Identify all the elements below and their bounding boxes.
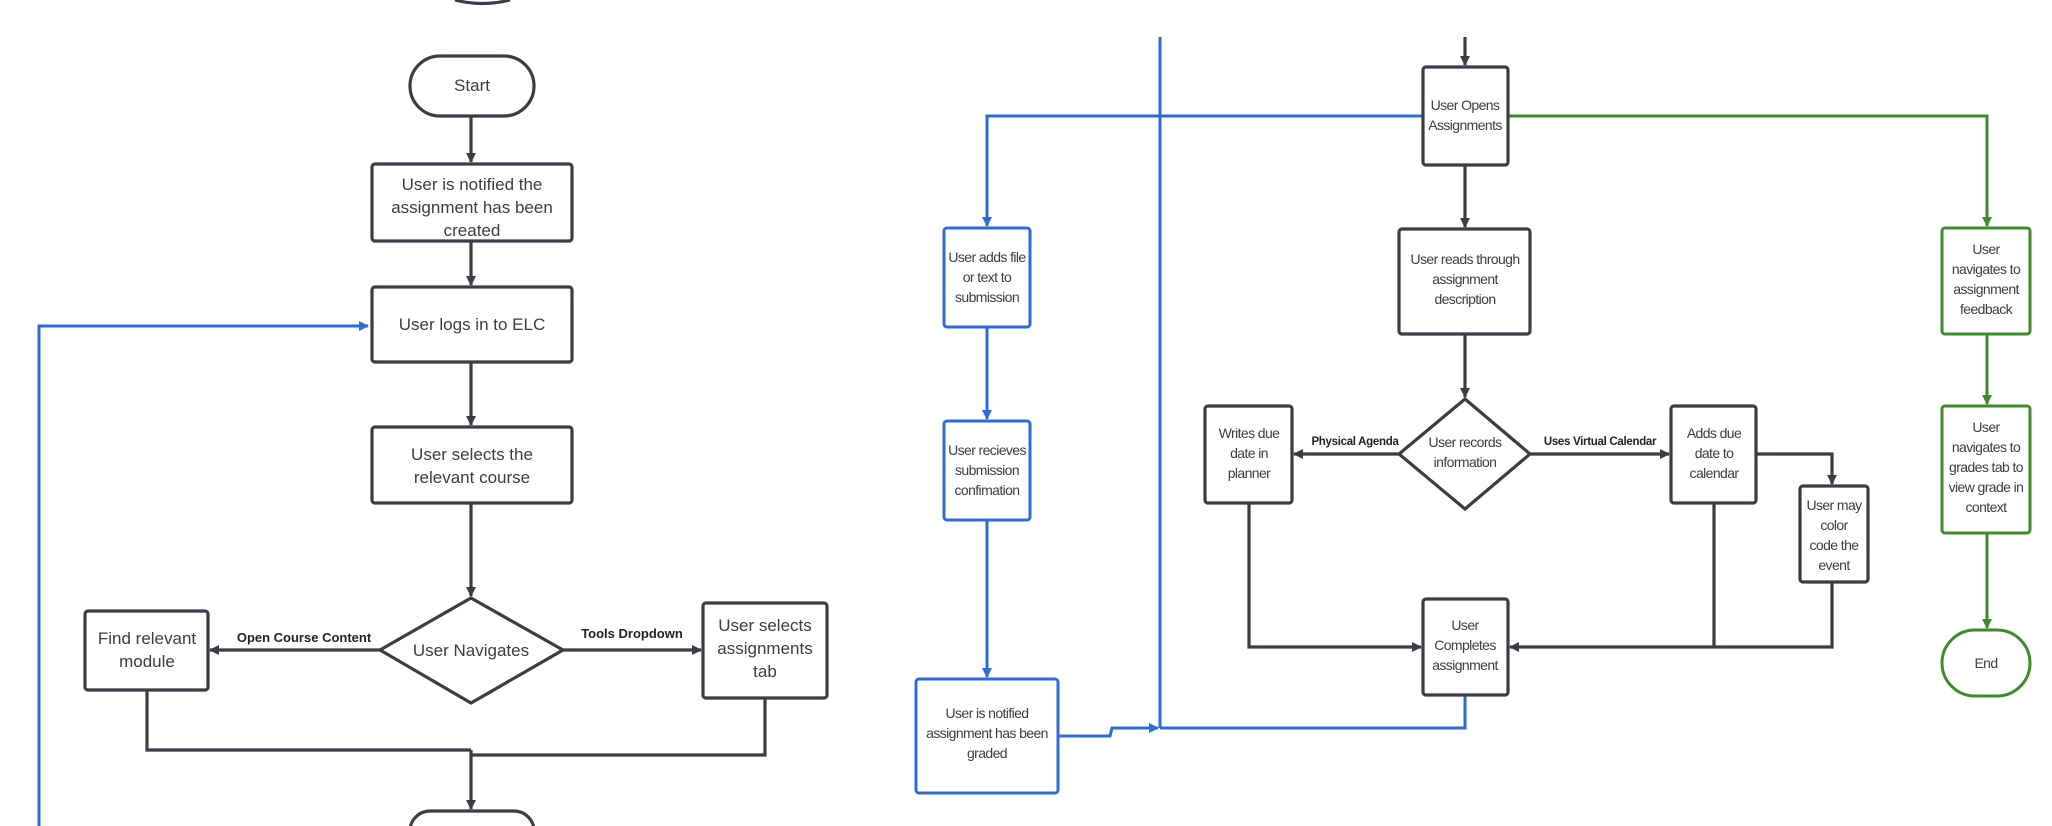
node-adds-calendar: Adds due date to calendar xyxy=(1669,404,1758,505)
node-opens-assignments: User Opens Assignments xyxy=(1421,65,1510,167)
node-end: End xyxy=(1940,628,2032,698)
arrow-to-color-code xyxy=(1756,452,1837,485)
node-adds-file: User adds file or text to submission xyxy=(942,226,1032,329)
node-logs-in: User logs in to ELC xyxy=(370,285,574,364)
arrow-graded-to-return xyxy=(1058,723,1159,738)
node-find-module: Find relevant module xyxy=(83,609,210,692)
decision-records-info: User records information xyxy=(1396,396,1533,512)
node-writes-planner: Writes due date in planner xyxy=(1203,404,1294,505)
arrow-to-feedback xyxy=(1508,114,1992,227)
svg-text:User recievessubmissionconfima: User recieves submission confimation xyxy=(948,442,1026,498)
cropped-shape-top xyxy=(454,0,511,6)
label-tools-dropdown: Tools Dropdown xyxy=(581,626,683,641)
svg-text:End: End xyxy=(1974,655,1997,671)
node-notified-created: User is notified the assignment has been c… xyxy=(370,162,574,243)
line-module-merge xyxy=(145,690,471,752)
arrow-to-adds-file xyxy=(982,114,1423,227)
svg-text:User Navigates: User Navigates xyxy=(413,641,529,660)
node-grades-tab: User navigates to grades tab to view grade … xyxy=(1940,404,2032,535)
node-receives-confirmation: User recieves submission confimation xyxy=(942,419,1032,522)
svg-text:Start: Start xyxy=(454,76,490,95)
flowchart-canvas: Start User is notified the assignment has… xyxy=(37,0,2032,826)
arrow-planner-to-completes xyxy=(1247,503,1422,652)
node-feedback: User navigates to assignment feedback xyxy=(1940,226,2032,336)
svg-text:User logs in to ELC: User logs in to ELC xyxy=(399,315,545,334)
label-open-course-content: Open Course Content xyxy=(237,630,372,645)
node-reads-description: User reads through assignment description xyxy=(1397,227,1532,336)
node-start: Start xyxy=(408,54,536,118)
decision-user-navigates: User Navigates xyxy=(376,596,567,705)
node-completes: User Completes assignment xyxy=(1421,597,1510,697)
node-color-code: User may color code the event xyxy=(1798,484,1870,584)
node-notified-graded: User is notified assignment has been grade… xyxy=(914,677,1060,795)
line-tab-merge xyxy=(471,698,767,757)
arrow-calendar-to-completes xyxy=(1509,582,1834,652)
label-physical-agenda: Physical Agenda xyxy=(1311,436,1399,448)
node-selects-tab: User selects assignments tab xyxy=(701,601,829,700)
label-uses-virtual-calendar: Uses Virtual Calendar xyxy=(1544,436,1657,448)
node-selects-course: User selects the relevant course xyxy=(370,425,574,505)
cropped-node-bottom xyxy=(408,809,536,826)
line-completes-to-return xyxy=(1160,695,1467,730)
